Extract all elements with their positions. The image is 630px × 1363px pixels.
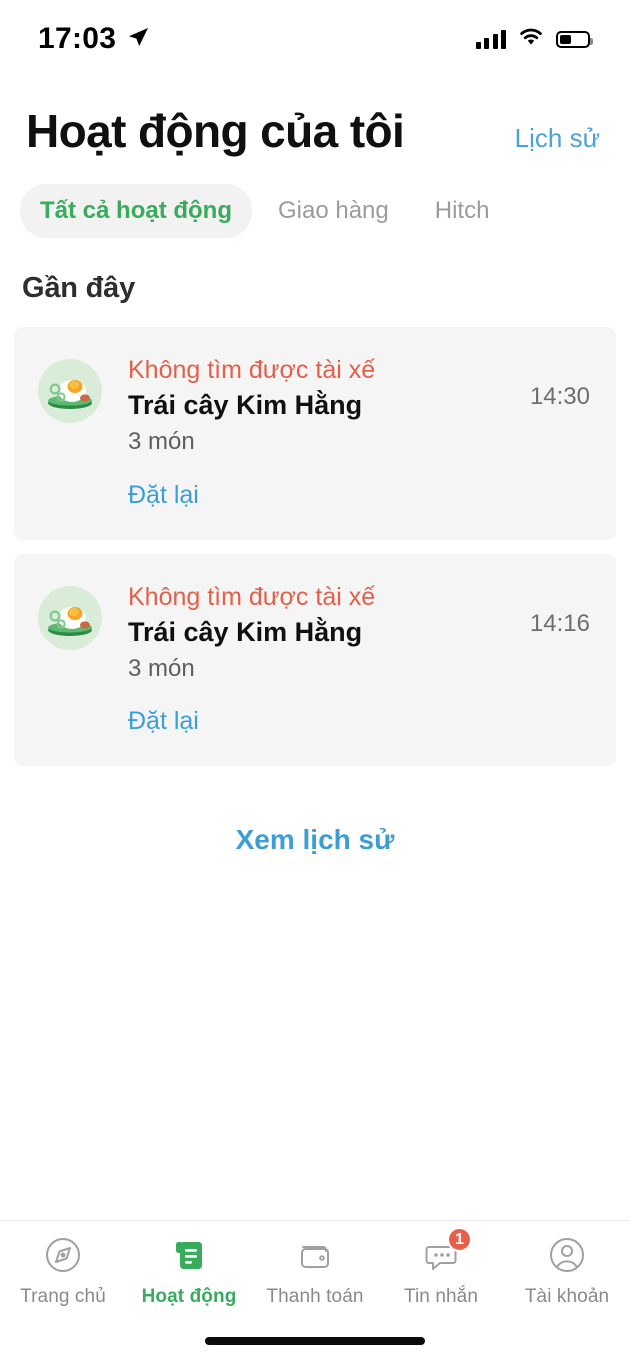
nav-item-account[interactable]: Tài khoản	[504, 1233, 630, 1308]
activity-card[interactable]: Không tìm được tài xế Trái cây Kim Hằng …	[14, 553, 616, 767]
bottom-navigation-bar: Trang chủ Hoạt động Thanh toán 1 Tin nhắ…	[0, 1220, 630, 1320]
fried-egg-dish-icon	[38, 359, 102, 423]
activity-status: Không tìm được tài xế	[128, 582, 376, 611]
activity-item-count: 3 món	[128, 428, 195, 456]
nav-label-payment: Thanh toán	[266, 1286, 364, 1307]
battery-icon	[556, 30, 593, 48]
tab-delivery[interactable]: Giao hàng	[258, 184, 409, 238]
home-indicator	[205, 1337, 425, 1345]
nav-label-messages: Tin nhắn	[403, 1286, 479, 1307]
nav-item-payment[interactable]: Thanh toán	[252, 1233, 378, 1308]
wifi-icon	[518, 27, 544, 51]
status-bar-right	[475, 27, 593, 51]
activity-time: 14:16	[529, 609, 590, 637]
chat-bubble-icon: 1	[419, 1227, 472, 1277]
user-circle-icon	[545, 1233, 589, 1277]
app-screen: 17:03 Hoạt động của tôi Lịch sử Tất cả h…	[0, 0, 630, 1363]
history-link[interactable]: Lịch sử	[515, 123, 600, 154]
compass-icon	[41, 1233, 85, 1277]
activity-merchant-name: Trái cây Kim Hằng	[128, 616, 363, 647]
reorder-button[interactable]: Đặt lại	[128, 481, 199, 510]
nav-item-activity[interactable]: Hoạt động	[126, 1233, 252, 1308]
status-bar: 17:03	[0, 0, 630, 78]
activity-merchant-name: Trái cây Kim Hằng	[128, 390, 363, 421]
tab-all-activity[interactable]: Tất cả hoạt động	[20, 184, 252, 238]
nav-item-messages[interactable]: 1 Tin nhắn	[378, 1227, 504, 1308]
status-bar-clock: 17:03	[38, 22, 117, 55]
reorder-button[interactable]: Đặt lại	[128, 707, 199, 736]
activity-item-count: 3 món	[128, 655, 195, 683]
activity-filter-tabs: Tất cả hoạt động Giao hàng Hitch	[0, 158, 630, 238]
nav-label-home: Trang chủ	[20, 1286, 106, 1307]
recent-section-title: Gần đây	[22, 272, 136, 304]
activity-list: Không tìm được tài xế Trái cây Kim Hằng …	[0, 305, 630, 767]
message-badge: 1	[447, 1227, 472, 1252]
activity-card-body: Không tìm được tài xế Trái cây Kim Hằng …	[102, 582, 530, 737]
activity-time: 14:30	[529, 383, 590, 410]
nav-label-activity: Hoạt động	[141, 1286, 237, 1307]
activity-card-body: Không tìm được tài xế Trái cây Kim Hằng …	[102, 355, 530, 510]
status-bar-left: 17:03	[38, 22, 150, 56]
receipt-icon	[167, 1233, 211, 1277]
page-title: Hoạt động của tôi	[26, 105, 405, 157]
view-history-button[interactable]: Xem lịch sử	[0, 766, 630, 856]
nav-item-home[interactable]: Trang chủ	[0, 1233, 126, 1308]
location-arrow-icon	[126, 25, 150, 54]
activity-status: Không tìm được tài xế	[128, 356, 376, 384]
activity-card[interactable]: Không tìm được tài xế Trái cây Kim Hằng …	[14, 327, 616, 540]
wallet-icon	[293, 1233, 337, 1277]
cellular-signal-icon	[475, 29, 506, 49]
tab-hitch[interactable]: Hitch	[415, 184, 510, 238]
fried-egg-dish-icon	[38, 585, 102, 650]
nav-label-account: Tài khoản	[524, 1286, 610, 1307]
page-header: Hoạt động của tôi Lịch sử	[0, 78, 630, 158]
